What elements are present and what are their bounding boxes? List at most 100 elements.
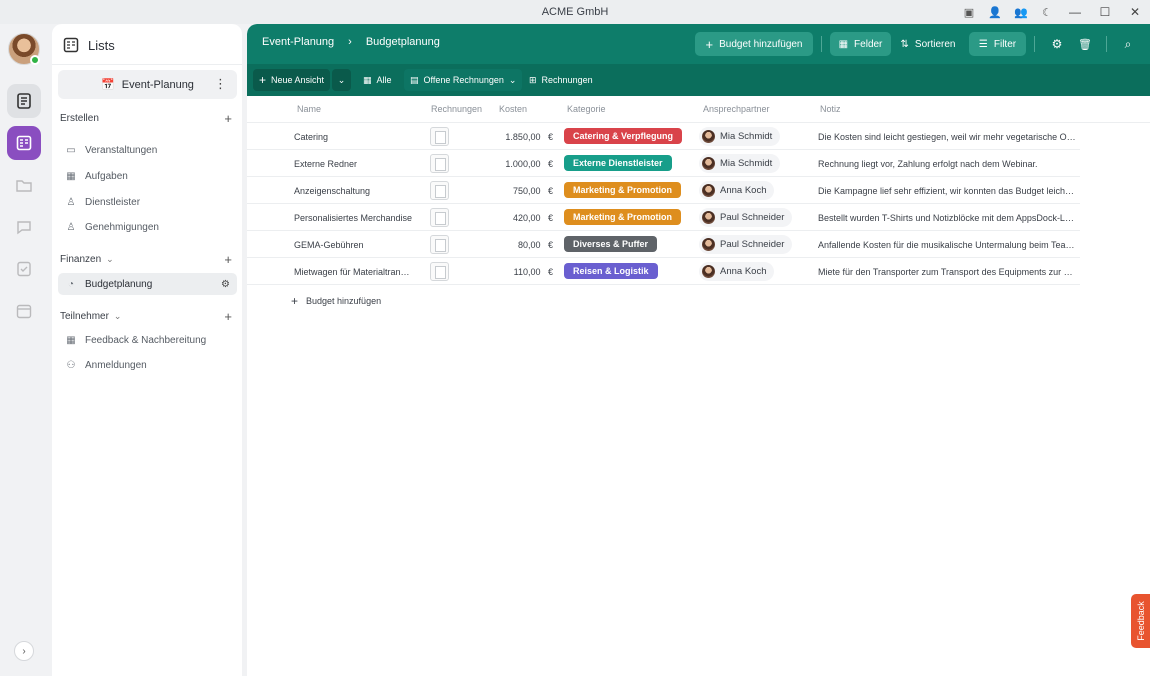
category-badge[interactable]: Catering & Verpflegung [564, 128, 683, 144]
row-name[interactable]: Anzeigenschaltung [294, 186, 414, 196]
filter-button[interactable]: ☰ Filter [969, 32, 1026, 56]
search-button[interactable]: ⌕ [1116, 32, 1140, 56]
add-row-label: Budget hinzufügen [306, 296, 382, 306]
panel-icon[interactable]: ▣ [956, 0, 982, 24]
column-header[interactable]: Ansprechpartner [703, 104, 770, 114]
row-note[interactable]: Bestellt wurden T-Shirts und Notizblöcke… [818, 213, 1076, 223]
filter-label: Filter [993, 38, 1017, 50]
dark-mode-icon[interactable]: ☾ [1034, 0, 1060, 24]
column-header[interactable]: Kategorie [567, 104, 606, 114]
row-name[interactable]: Mietwagen für Materialtransp... [294, 267, 414, 277]
row-note[interactable]: Die Kosten sind leicht gestiegen, weil w… [818, 132, 1076, 142]
maximize-button[interactable]: ☐ [1090, 0, 1120, 24]
sort-button[interactable]: ⇅ Sortieren [897, 32, 959, 56]
contact-chip[interactable]: Paul Schneider [699, 235, 793, 254]
breadcrumb-list[interactable]: Budgetplanung [366, 36, 440, 48]
sidebar-item-feedback[interactable]: ▦ Feedback & Nachbereitung [64, 329, 234, 351]
new-view-button[interactable]: + Neue Ansicht [253, 69, 331, 91]
section-finanzen[interactable]: Finanzen ⌄ + [60, 248, 238, 270]
window-title: ACME GmbH [541, 6, 609, 18]
tab-alle[interactable]: ▦ Alle [357, 69, 398, 91]
table-row[interactable]: Externe Redner 1.000,00 € Externe Dienstle… [247, 150, 1080, 177]
feedback-tab[interactable]: Feedback [1131, 594, 1150, 648]
row-note[interactable]: Rechnung liegt vor, Zahlung erfolgt nach… [818, 159, 1076, 169]
invoice-thumbnail-icon[interactable] [430, 262, 449, 281]
chart-icon: ◔ [67, 278, 75, 290]
contact-chip[interactable]: Paul Schneider [699, 208, 793, 227]
calendar-icon [16, 304, 32, 319]
category-badge[interactable]: Reisen & Logistik [564, 263, 658, 279]
category-badge[interactable]: Diverses & Puffer [564, 236, 658, 252]
invoice-thumbnail-icon[interactable] [430, 208, 449, 227]
row-name[interactable]: Catering [294, 132, 414, 142]
row-name[interactable]: GEMA-Gebühren [294, 240, 414, 250]
more-options-icon[interactable]: ⋮ [214, 76, 227, 92]
sidebar-item-anmeldungen[interactable]: ⚇ Anmeldungen [64, 354, 234, 376]
chevron-down-icon: ⌄ [106, 253, 114, 264]
contact-chip[interactable]: Mia Schmidt [699, 127, 781, 146]
gear-icon[interactable]: ⚙ [221, 279, 230, 290]
table-row[interactable]: Catering 1.850,00 € Catering & Verpflegung… [247, 123, 1080, 150]
tab-rechnungen[interactable]: ⊞ Rechnungen [523, 69, 599, 91]
contact-chip[interactable]: Anna Koch [699, 181, 775, 200]
tab-offene-rechnungen[interactable]: ▤ Offene Rechnungen ⌄ [404, 69, 523, 91]
row-name[interactable]: Personalisiertes Merchandise [294, 213, 414, 223]
chevron-down-icon: ⌄ [113, 310, 122, 321]
add-budget-button[interactable]: + Budget hinzufügen [695, 32, 813, 56]
rail-tasks-button[interactable] [7, 252, 41, 286]
column-header[interactable]: Rechnungen [431, 104, 482, 114]
contact-chip[interactable]: Anna Koch [699, 262, 775, 281]
close-button[interactable]: ✕ [1120, 0, 1150, 24]
expand-rail-button[interactable]: › [14, 641, 34, 661]
fields-button[interactable]: ▦ Felder [830, 32, 891, 56]
add-user-icon[interactable]: 👤 [982, 0, 1008, 24]
rail-lists-button[interactable] [7, 84, 41, 118]
column-header[interactable]: Name [297, 104, 321, 114]
main-panel: Event-Planung › Budgetplanung + Budget hi… [247, 24, 1150, 676]
row-note[interactable]: Miete für den Transporter zum Transport … [818, 267, 1076, 277]
rail-calendar-button[interactable] [7, 294, 41, 328]
invoice-thumbnail-icon[interactable] [430, 235, 449, 254]
row-name[interactable]: Externe Redner [294, 159, 414, 169]
row-note[interactable]: Anfallende Kosten für die musikalische U… [818, 240, 1076, 250]
table-row[interactable]: GEMA-Gebühren 80,00 € Diverses & Puffer Pau… [247, 231, 1080, 258]
users-icon[interactable]: 👥 [1008, 0, 1034, 24]
table-row[interactable]: Mietwagen für Materialtransp... 110,00 € R… [247, 258, 1080, 285]
list-icon: ▤ [410, 74, 419, 85]
view-dropdown-button[interactable]: ⌄ [332, 69, 351, 91]
minimize-button[interactable]: — [1060, 0, 1090, 24]
section-erstellen[interactable]: Erstellen + [60, 107, 238, 129]
add-row-button[interactable]: + Budget hinzufügen [291, 294, 381, 308]
invoice-thumbnail-icon[interactable] [430, 154, 449, 173]
contact-chip[interactable]: Mia Schmidt [699, 154, 781, 173]
row-note[interactable]: Die Kampagne lief sehr effizient, wir ko… [818, 186, 1076, 196]
avatar [702, 130, 715, 143]
category-badge[interactable]: Externe Dienstleister [564, 155, 672, 171]
delete-button[interactable]: 🗑 [1073, 32, 1097, 56]
add-list-button[interactable]: + [224, 111, 232, 126]
sidebar-item-dienstleister[interactable]: ♙ Dienstleister [64, 191, 234, 213]
column-header[interactable]: Kosten [499, 104, 527, 114]
add-list-button[interactable]: + [224, 309, 232, 324]
table-row[interactable]: Anzeigenschaltung 750,00 € Marketing & Pro… [247, 177, 1080, 204]
section-teilnehmer[interactable]: Teilnehmer ⌄ + [60, 305, 238, 327]
column-header[interactable]: Notiz [820, 104, 841, 114]
divider [821, 36, 822, 52]
search-icon: ⌕ [1124, 36, 1132, 51]
rail-board-button[interactable] [7, 126, 41, 160]
add-list-button[interactable]: + [224, 252, 232, 267]
settings-button[interactable]: ⚙ [1045, 32, 1069, 56]
table-row[interactable]: Personalisiertes Merchandise 420,00 € Mark… [247, 204, 1080, 231]
invoice-thumbnail-icon[interactable] [430, 181, 449, 200]
sidebar-item-genehmigungen[interactable]: ♙ Genehmigungen [64, 216, 234, 238]
sidebar-item-veranstaltungen[interactable]: ▭ Veranstaltungen [64, 139, 234, 161]
rail-chat-button[interactable] [7, 210, 41, 244]
sidebar-item-aufgaben[interactable]: ▦ Aufgaben [64, 165, 234, 187]
breadcrumb-workspace[interactable]: Event-Planung [262, 36, 334, 48]
rail-files-button[interactable] [7, 168, 41, 202]
invoice-thumbnail-icon[interactable] [430, 127, 449, 146]
workspace-selector[interactable]: 📅 Event-Planung ⋮ [58, 70, 237, 99]
category-badge[interactable]: Marketing & Promotion [564, 209, 682, 225]
sidebar-item-budgetplanung[interactable]: ◔ Budgetplanung ⚙ [58, 273, 237, 295]
category-badge[interactable]: Marketing & Promotion [564, 182, 682, 198]
